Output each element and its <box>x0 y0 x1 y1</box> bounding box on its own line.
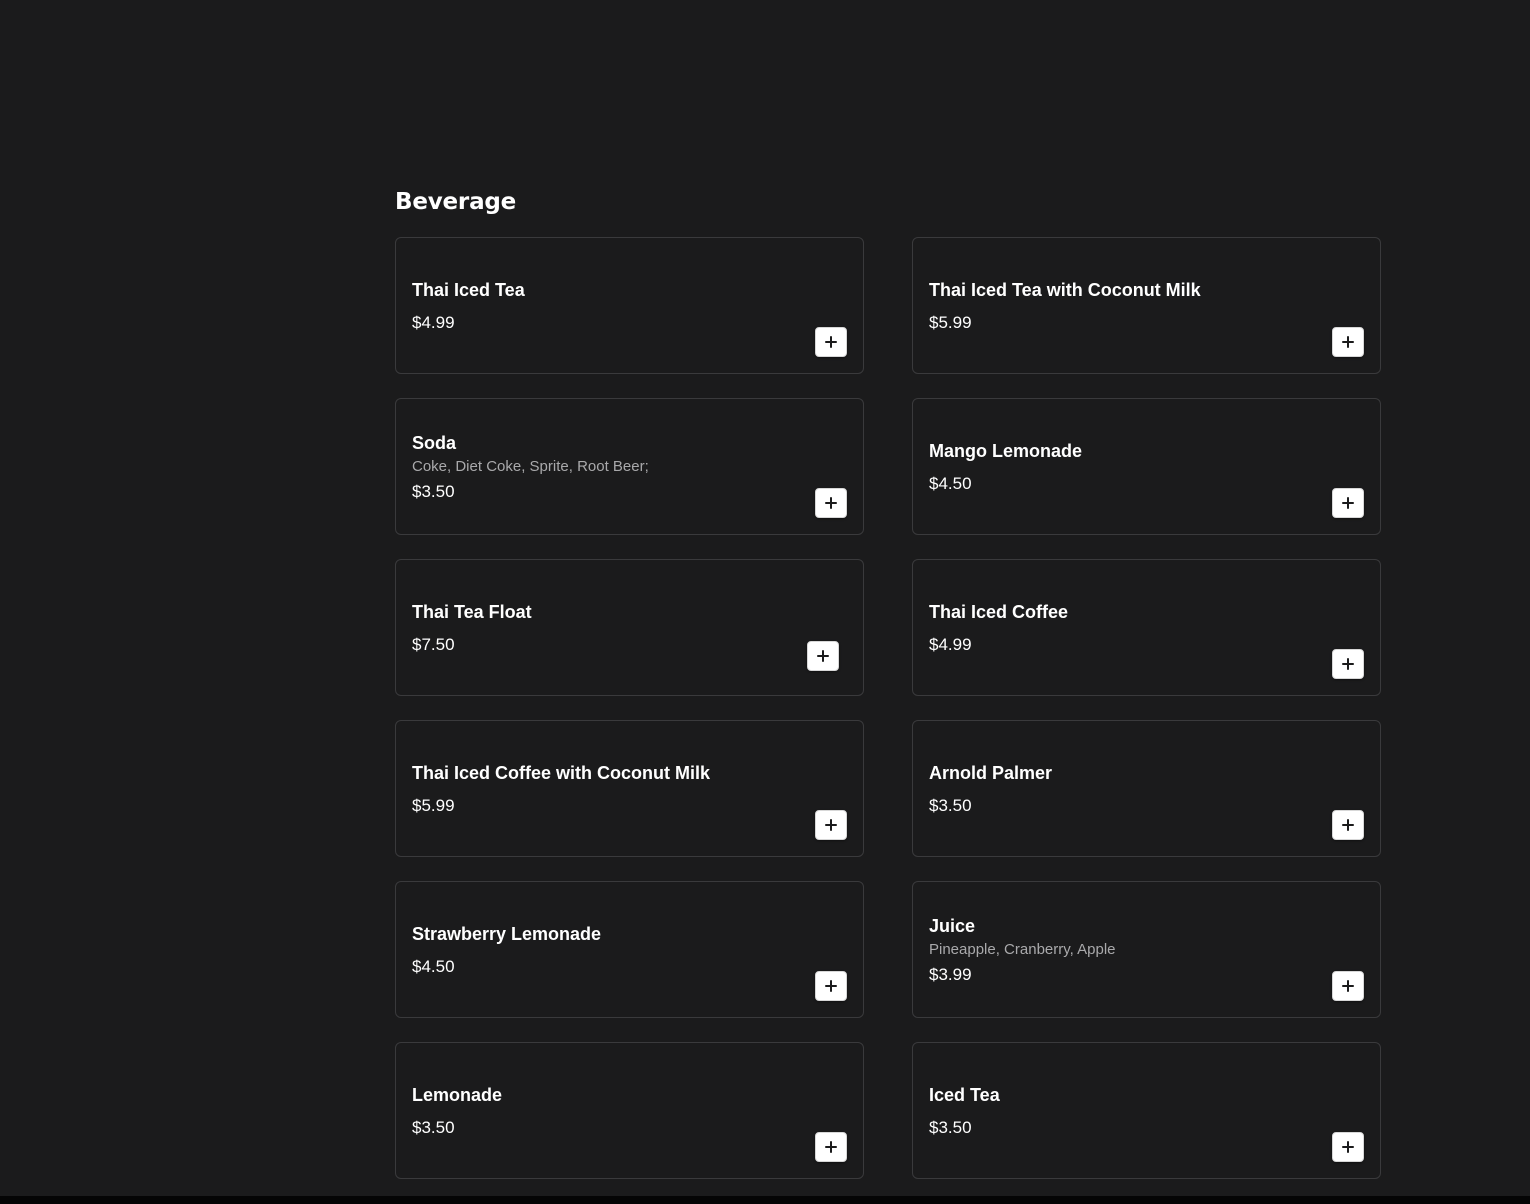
menu-page: Beverage Thai Iced Tea $4.99 Thai Iced T… <box>0 0 1530 1204</box>
add-item-button[interactable] <box>815 971 847 1001</box>
item-name: Strawberry Lemonade <box>412 923 602 944</box>
plus-icon <box>825 1141 837 1153</box>
item-price: $4.99 <box>412 312 455 332</box>
menu-item-card[interactable]: Iced Tea $3.50 <box>912 1042 1381 1179</box>
menu-item-card[interactable]: Thai Tea Float $7.50 <box>395 559 864 696</box>
plus-icon <box>1342 658 1354 670</box>
add-item-button[interactable] <box>1332 971 1364 1001</box>
plus-icon <box>1342 336 1354 348</box>
plus-icon <box>1342 980 1354 992</box>
item-name: Thai Iced Tea <box>412 279 525 300</box>
item-name: Thai Tea Float <box>412 601 532 622</box>
add-item-button[interactable] <box>815 1132 847 1162</box>
add-item-button[interactable] <box>807 641 839 671</box>
menu-grid: Thai Iced Tea $4.99 Thai Iced Tea with C… <box>395 237 1381 1179</box>
item-name: Thai Iced Tea with Coconut Milk <box>929 279 1201 300</box>
item-name: Juice <box>929 915 976 936</box>
plus-icon <box>825 497 837 509</box>
item-name: Iced Tea <box>929 1084 1000 1105</box>
item-name: Arnold Palmer <box>929 762 1053 783</box>
item-price: $4.99 <box>929 634 972 654</box>
beverage-section: Beverage Thai Iced Tea $4.99 Thai Iced T… <box>395 182 1381 1179</box>
plus-icon <box>825 980 837 992</box>
menu-item-card[interactable]: Thai Iced Tea $4.99 <box>395 237 864 374</box>
add-item-button[interactable] <box>1332 810 1364 840</box>
item-price: $4.50 <box>412 956 455 976</box>
item-price: $3.50 <box>412 1117 455 1137</box>
add-item-button[interactable] <box>1332 649 1364 679</box>
add-item-button[interactable] <box>1332 488 1364 518</box>
item-name: Soda <box>412 432 457 453</box>
menu-item-card[interactable]: Thai Iced Tea with Coconut Milk $5.99 <box>912 237 1381 374</box>
item-description: Coke, Diet Coke, Sprite, Root Beer; <box>412 457 649 475</box>
item-price: $4.50 <box>929 473 972 493</box>
plus-icon <box>1342 1141 1354 1153</box>
add-item-button[interactable] <box>815 810 847 840</box>
plus-icon <box>817 650 829 662</box>
menu-item-card[interactable]: Thai Iced Coffee $4.99 <box>912 559 1381 696</box>
add-item-button[interactable] <box>1332 1132 1364 1162</box>
item-price: $3.99 <box>929 964 972 984</box>
section-title: Beverage <box>395 189 517 215</box>
item-price: $7.50 <box>412 634 455 654</box>
item-price: $5.99 <box>412 795 455 815</box>
item-name: Thai Iced Coffee with Coconut Milk <box>412 762 711 783</box>
menu-item-card[interactable]: Strawberry Lemonade $4.50 <box>395 881 864 1018</box>
add-item-button[interactable] <box>815 327 847 357</box>
menu-item-card[interactable]: Mango Lemonade $4.50 <box>912 398 1381 535</box>
menu-item-card[interactable]: Lemonade $3.50 <box>395 1042 864 1179</box>
item-description: Pineapple, Cranberry, Apple <box>929 940 1116 958</box>
item-price: $5.99 <box>929 312 972 332</box>
plus-icon <box>1342 819 1354 831</box>
add-item-button[interactable] <box>1332 327 1364 357</box>
bottom-edge <box>0 1196 1530 1204</box>
menu-item-card[interactable]: Thai Iced Coffee with Coconut Milk $5.99 <box>395 720 864 857</box>
plus-icon <box>825 819 837 831</box>
menu-item-card[interactable]: Arnold Palmer $3.50 <box>912 720 1381 857</box>
menu-item-card[interactable]: Soda Coke, Diet Coke, Sprite, Root Beer;… <box>395 398 864 535</box>
item-name: Mango Lemonade <box>929 440 1083 461</box>
item-price: $3.50 <box>929 795 972 815</box>
plus-icon <box>1342 497 1354 509</box>
item-name: Lemonade <box>412 1084 503 1105</box>
menu-item-card[interactable]: Juice Pineapple, Cranberry, Apple $3.99 <box>912 881 1381 1018</box>
item-price: $3.50 <box>412 481 455 501</box>
add-item-button[interactable] <box>815 488 847 518</box>
item-price: $3.50 <box>929 1117 972 1137</box>
plus-icon <box>825 336 837 348</box>
item-name: Thai Iced Coffee <box>929 601 1069 622</box>
